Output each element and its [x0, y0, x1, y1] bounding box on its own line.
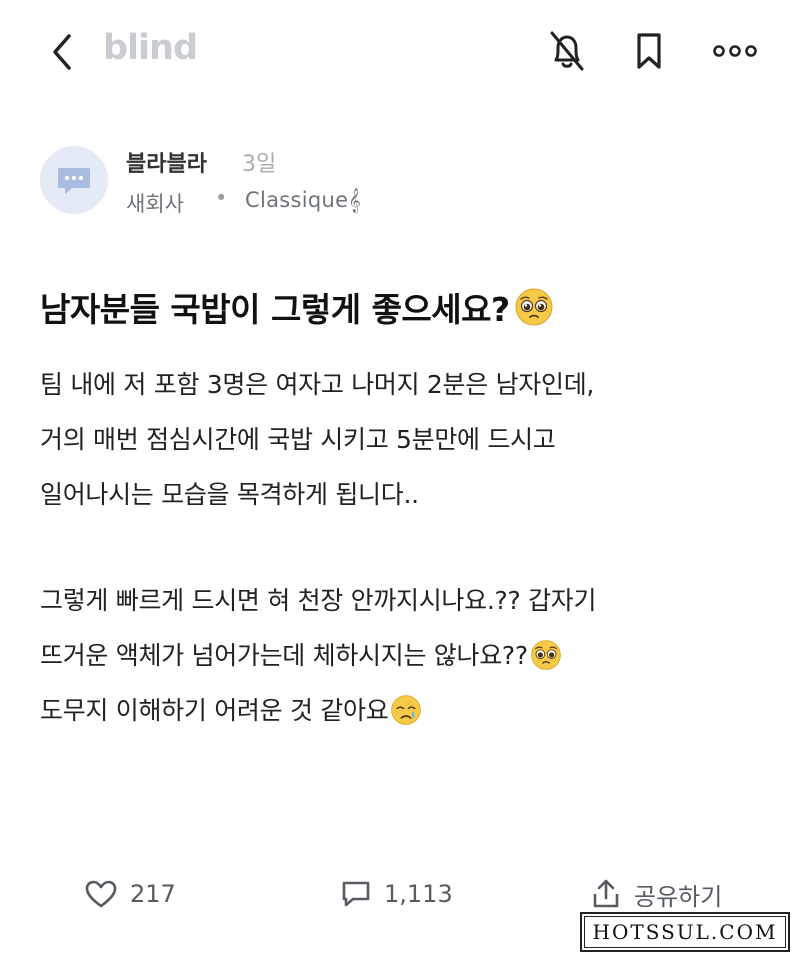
post-title: 남자분들 국밥이 그렇게 좋으세요?: [40, 283, 780, 331]
body-line-text: 도무지 이해하기 어려운 것 같아요: [40, 696, 389, 725]
body-line-with-emoji: 뜨거운 액체가 넘어가는데 체하시지는 않나요??: [40, 636, 780, 691]
share-icon: [593, 879, 619, 908]
author-name[interactable]: 블라블라: [126, 146, 207, 178]
heart-icon: [85, 880, 117, 908]
bookmark-button[interactable]: [626, 26, 672, 76]
company-name[interactable]: 새회사: [126, 188, 184, 218]
comment-icon: [342, 881, 370, 907]
like-button[interactable]: 217: [84, 874, 176, 914]
pleading-face-emoji-icon: [531, 640, 561, 670]
body-line-with-emoji: 도무지 이해하기 어려운 것 같아요: [40, 691, 780, 746]
body-line: 일어나시는 모습을 목격하게 됩니다..: [40, 480, 419, 509]
watermark: HOTSSUL.COM: [580, 912, 790, 952]
more-dots-icon: [713, 45, 757, 57]
chevron-left-icon: [53, 34, 71, 70]
bell-off-icon: [550, 31, 584, 71]
back-button[interactable]: [40, 28, 84, 76]
post-title-text: 남자분들 국밥이 그렇게 좋으세요?: [40, 290, 510, 329]
bookmark-icon: [637, 33, 661, 69]
avatar[interactable]: [40, 146, 108, 214]
body-blank-line: [40, 530, 780, 581]
like-count: 217: [130, 880, 176, 908]
body-line: 그렇게 빠르게 드시면 혀 천장 안까지시나요.?? 갑자기: [40, 586, 597, 615]
author-info: 블라블라 3일 새회사 • Classique𝄞: [40, 140, 760, 226]
share-button[interactable]: 공유하기: [590, 874, 722, 914]
app-logo: blind: [103, 28, 198, 68]
post-body: 팀 내에 저 포함 3명은 여자고 나머지 2분은 남자인데, 거의 매번 점심…: [40, 365, 780, 746]
post-time: 3일: [242, 152, 277, 177]
body-line: 팀 내에 저 포함 3명은 여자고 나머지 2분은 남자인데,: [40, 370, 595, 399]
body-line: 거의 매번 점심시간에 국밥 시키고 5분만에 드시고: [40, 425, 556, 454]
comment-count: 1,113: [384, 880, 453, 908]
more-options-button[interactable]: [704, 26, 766, 76]
share-label: 공유하기: [634, 882, 723, 911]
separator-dot: •: [215, 186, 228, 210]
channel-name[interactable]: Classique𝄞: [245, 188, 361, 213]
notification-toggle-button[interactable]: [542, 26, 592, 76]
pleading-face-emoji-icon: [515, 288, 553, 326]
crying-face-emoji-icon: [391, 695, 422, 725]
chat-bubble-icon: [58, 168, 90, 194]
comment-button[interactable]: 1,113: [340, 874, 453, 914]
top-bar: blind: [0, 0, 800, 104]
body-line-text: 뜨거운 액체가 넘어가는데 체하시지는 않나요??: [40, 641, 528, 670]
